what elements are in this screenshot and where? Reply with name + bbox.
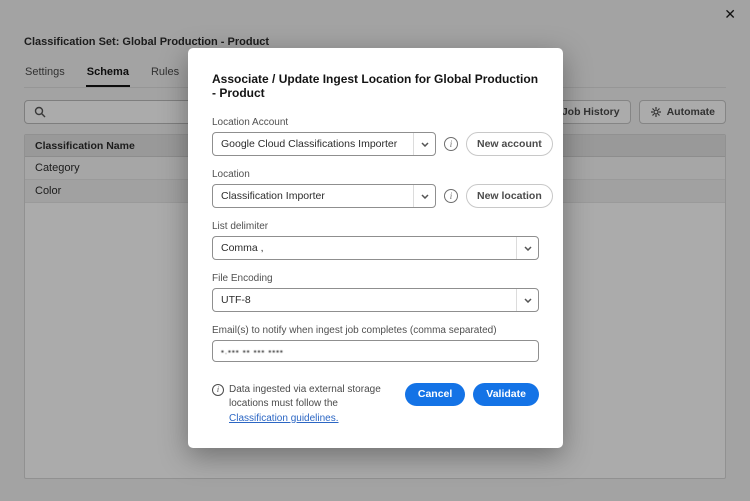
notify-emails-input[interactable]: ▪.▪▪▪ ▪▪ ▪▪▪ ▪▪▪▪ [212, 340, 539, 362]
dialog-title: Associate / Update Ingest Location for G… [212, 72, 539, 100]
notify-emails-value: ▪.▪▪▪ ▪▪ ▪▪▪ ▪▪▪▪ [221, 347, 284, 356]
notify-emails-field: Email(s) to notify when ingest job compl… [212, 325, 539, 362]
note-text: Data ingested via external storage locat… [229, 384, 381, 410]
new-location-button[interactable]: New location [466, 184, 553, 208]
cancel-button[interactable]: Cancel [405, 383, 465, 406]
file-encoding-select[interactable]: UTF-8 [212, 288, 539, 312]
notify-emails-label: Email(s) to notify when ingest job compl… [212, 325, 539, 336]
info-icon[interactable]: i [444, 137, 458, 151]
chevron-down-icon [516, 289, 538, 311]
location-account-value: Google Cloud Classifications Importer [213, 138, 413, 150]
file-encoding-field: File Encoding UTF-8 [212, 273, 539, 312]
chevron-down-icon [413, 185, 435, 207]
new-account-button[interactable]: New account [466, 132, 553, 156]
classification-guidelines-link[interactable]: Classification guidelines. [229, 413, 339, 424]
location-account-field: Location Account Google Cloud Classifica… [212, 117, 539, 156]
location-value: Classification Importer [213, 190, 413, 202]
ingest-location-dialog: Associate / Update Ingest Location for G… [188, 48, 563, 448]
info-icon[interactable]: i [444, 189, 458, 203]
list-delimiter-label: List delimiter [212, 221, 539, 232]
list-delimiter-value: Comma , [213, 242, 516, 254]
info-icon: i [212, 384, 224, 396]
file-encoding-value: UTF-8 [213, 294, 516, 306]
chevron-down-icon [516, 237, 538, 259]
location-select[interactable]: Classification Importer [212, 184, 436, 208]
list-delimiter-field: List delimiter Comma , [212, 221, 539, 260]
location-label: Location [212, 169, 539, 180]
close-icon[interactable]: ✕ [724, 8, 736, 22]
location-field: Location Classification Importer i New l… [212, 169, 539, 208]
chevron-down-icon [413, 133, 435, 155]
storage-note: i Data ingested via external storage loc… [212, 383, 395, 427]
location-account-select[interactable]: Google Cloud Classifications Importer [212, 132, 436, 156]
location-account-label: Location Account [212, 117, 539, 128]
dialog-footer: i Data ingested via external storage loc… [212, 383, 539, 427]
validate-button[interactable]: Validate [473, 383, 539, 406]
list-delimiter-select[interactable]: Comma , [212, 236, 539, 260]
file-encoding-label: File Encoding [212, 273, 539, 284]
